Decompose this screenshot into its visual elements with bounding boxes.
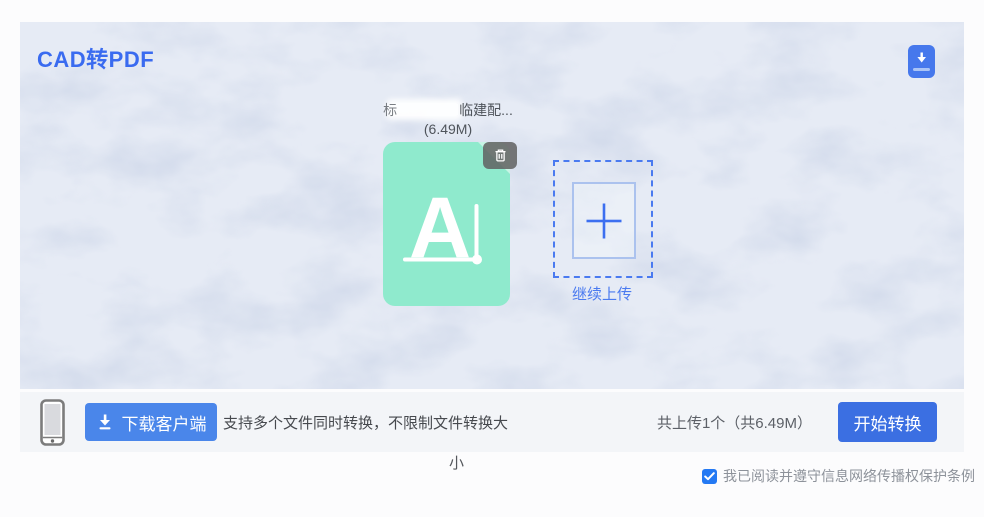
agreement-checkbox[interactable] [702,468,717,484]
start-convert-button[interactable]: 开始转换 [838,402,937,442]
trash-icon [493,148,508,163]
download-tray-bar [913,68,930,71]
delete-file-button[interactable] [483,142,517,169]
continue-upload-label[interactable]: 继续上传 [572,283,632,304]
page-title: CAD转PDF [37,47,155,72]
download-client-floating-button[interactable] [908,45,935,78]
uploaded-file-meta: 标临建配... (6.49M) [383,101,513,139]
action-bar: 下载客户端 支持多个文件同时转换，不限制文件转换大 共上传1个（共6.49M） … [20,392,964,452]
download-arrow-icon [96,413,114,431]
converter-card: CAD转PDF 标临建配... (6.49M) A 继续上传 [20,22,964,389]
svg-text:A: A [409,180,471,276]
download-client-button[interactable]: 下载客户端 [85,403,217,441]
continue-upload-dropzone[interactable] [553,160,653,278]
upload-inner-frame [572,182,636,259]
agreement-row: 我已阅读并遵守信息网络传播权保护条例 [702,466,975,486]
download-client-label: 下载客户端 [121,414,207,434]
plus-icon [585,202,623,240]
download-icon [915,52,928,65]
cad-to-pdf-page: CAD转PDF 标临建配... (6.49M) A 继续上传 下载客户端 支持多… [0,0,984,517]
conversion-tip-text: 支持多个文件同时转换，不限制文件转换大 [223,414,509,432]
filename-visible-text: 临建配... [459,102,513,118]
uploaded-file-size: (6.49M) [423,121,473,137]
phone-icon [40,398,65,446]
cad-file-thumbnail: A [383,142,517,306]
agreement-label[interactable]: 我已阅读并遵守信息网络传播权保护条例 [723,466,975,486]
redacted-filename-blur [390,103,459,116]
upload-summary: 共上传1个（共6.49M） [656,414,812,432]
conversion-tip-overflow: 小 [449,455,465,472]
uploaded-file-name: 标临建配... [383,102,513,118]
checkmark-icon [704,471,715,481]
